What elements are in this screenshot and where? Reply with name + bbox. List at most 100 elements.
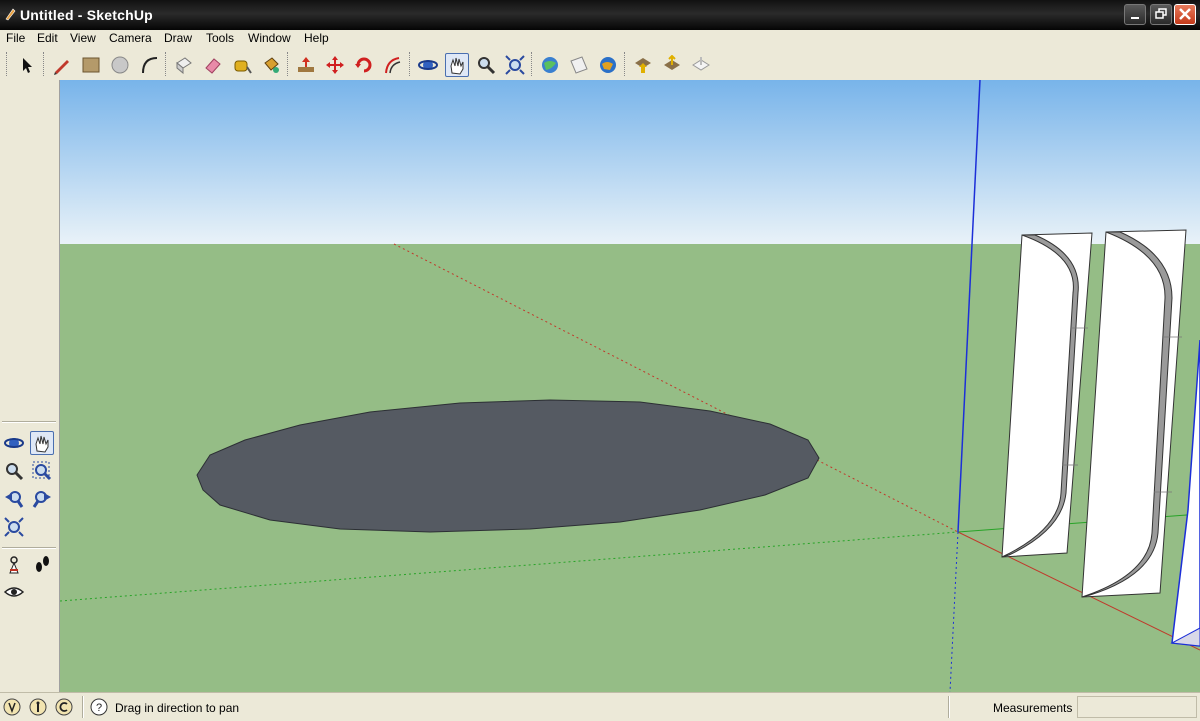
tape-measure-icon	[234, 60, 252, 74]
rotate-tool-button[interactable]	[352, 53, 376, 77]
sign-in-icon[interactable]	[55, 698, 73, 716]
toolbar-grip[interactable]	[165, 52, 169, 76]
toolbar-grip[interactable]	[43, 52, 47, 76]
title-bar: Untitled - SketchUp	[0, 0, 1200, 30]
geo-location-icon[interactable]	[3, 698, 21, 716]
make-component-button[interactable]	[172, 53, 196, 77]
offset-icon	[385, 57, 401, 74]
toolbar-grip[interactable]	[6, 52, 10, 76]
google-earth-button[interactable]	[596, 53, 620, 77]
toolbar-grip[interactable]	[409, 52, 413, 76]
get-models-button[interactable]	[538, 53, 562, 77]
restore-button[interactable]	[1150, 4, 1172, 25]
move-tool-button[interactable]	[323, 53, 347, 77]
menu-camera[interactable]: Camera	[109, 31, 152, 45]
palette-separator	[2, 421, 56, 423]
push-pull-button[interactable]	[294, 53, 318, 77]
menu-file[interactable]: File	[6, 31, 25, 45]
previous-view-button[interactable]	[2, 487, 26, 511]
arc-icon	[142, 57, 158, 74]
menu-view[interactable]: View	[70, 31, 96, 45]
look-around-icon	[4, 587, 24, 597]
main-toolbar	[0, 48, 1200, 81]
status-hint: Drag in direction to pan	[115, 701, 240, 715]
place-model-button[interactable]	[689, 53, 713, 77]
zoom-tool-button[interactable]	[2, 459, 26, 483]
arc-tool-button[interactable]	[137, 53, 161, 77]
rotate-icon	[355, 57, 372, 73]
zoom-extents-button[interactable]	[503, 53, 527, 77]
restore-icon	[1155, 8, 1167, 19]
menu-tools[interactable]: Tools	[206, 31, 234, 45]
position-camera-icon	[9, 556, 19, 574]
model-viewport[interactable]	[60, 80, 1200, 692]
sky	[60, 80, 1200, 244]
offset-tool-button[interactable]	[381, 53, 405, 77]
zoom-icon	[478, 57, 496, 75]
pan-tool-button[interactable]	[30, 431, 54, 455]
get-current-view-icon	[635, 58, 651, 73]
google-earth-icon	[600, 57, 616, 73]
pan-icon	[450, 57, 464, 75]
menu-edit[interactable]: Edit	[37, 31, 58, 45]
pencil-icon	[54, 60, 69, 75]
menu-window[interactable]: Window	[248, 31, 291, 45]
next-view-button[interactable]	[30, 487, 54, 511]
select-icon	[23, 58, 32, 73]
rectangle-tool-button[interactable]	[79, 53, 103, 77]
orbit-tool-button[interactable]	[416, 53, 440, 77]
menu-help[interactable]: Help	[304, 31, 329, 45]
toolbar-grip[interactable]	[287, 52, 291, 76]
select-tool-button[interactable]	[15, 53, 39, 77]
next-view-icon	[32, 491, 51, 508]
rectangle-icon	[82, 57, 100, 73]
help-icon[interactable]: ?	[90, 698, 108, 716]
get-current-view-button[interactable]	[631, 53, 655, 77]
status-divider	[948, 696, 950, 718]
minimize-button[interactable]	[1124, 4, 1146, 25]
look-around-button[interactable]	[2, 580, 26, 604]
credits-icon[interactable]	[29, 698, 47, 716]
camera-tool-palette	[0, 80, 60, 692]
orbit-icon	[4, 438, 24, 448]
share-model-button[interactable]	[567, 53, 591, 77]
walk-button[interactable]	[30, 553, 54, 577]
zoom-tool-button[interactable]	[474, 53, 498, 77]
palette-separator	[2, 547, 56, 549]
minimize-icon	[1131, 17, 1139, 19]
measurements-input[interactable]	[1077, 696, 1197, 718]
circle-icon	[111, 56, 129, 74]
walk-icon	[36, 556, 49, 572]
scene	[60, 80, 1200, 692]
paint-bucket-button[interactable]	[259, 53, 283, 77]
zoom-extents-icon	[4, 517, 24, 537]
eraser-icon	[205, 58, 221, 74]
zoom-extents-icon	[505, 55, 525, 75]
zoom-window-button[interactable]	[30, 459, 54, 483]
get-models-icon	[542, 57, 558, 73]
menu-bar: File Edit View Camera Draw Tools Window …	[0, 30, 1200, 48]
toggle-terrain-button[interactable]	[660, 53, 684, 77]
push-pull-icon	[298, 57, 314, 72]
status-bar: ? Drag in direction to pan Measurements	[0, 692, 1200, 721]
position-camera-button[interactable]	[2, 553, 26, 577]
measurements-label: Measurements	[993, 701, 1073, 715]
pan-icon	[35, 435, 49, 453]
svg-text:?: ?	[96, 702, 102, 714]
toolbar-grip[interactable]	[624, 52, 628, 76]
eraser-tool-button[interactable]	[201, 53, 225, 77]
zoom-window-icon	[32, 461, 52, 481]
pencil-tool-button[interactable]	[50, 53, 74, 77]
share-model-icon	[570, 56, 588, 74]
zoom-icon	[6, 463, 24, 481]
previous-view-icon	[5, 491, 24, 508]
circle-tool-button[interactable]	[108, 53, 132, 77]
tape-measure-button[interactable]	[230, 53, 254, 77]
close-button[interactable]	[1174, 4, 1196, 25]
zoom-extents-button[interactable]	[2, 515, 26, 539]
toolbar-grip[interactable]	[531, 52, 535, 76]
pan-tool-button[interactable]	[445, 53, 469, 77]
menu-draw[interactable]: Draw	[164, 31, 192, 45]
make-component-icon	[176, 57, 192, 75]
orbit-tool-button[interactable]	[2, 431, 26, 455]
